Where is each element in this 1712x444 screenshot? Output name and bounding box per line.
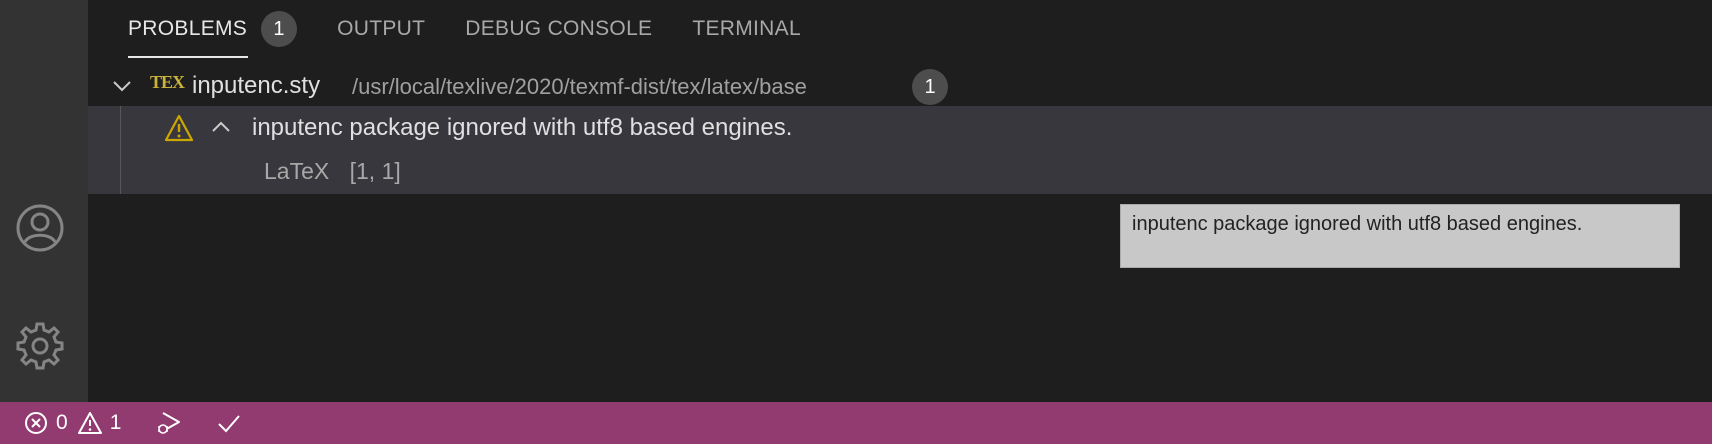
problems-status[interactable]: 0 1 [24,411,121,435]
tex-file-icon: TEX [150,72,185,92]
active-tab-indicator [128,56,248,58]
account-icon[interactable] [14,202,66,254]
indent-guide [120,106,121,194]
tooltip-text: inputenc package ignored with utf8 based… [1132,213,1583,235]
file-group-row[interactable]: TEX inputenc.sty /usr/local/texlive/2020… [88,66,1712,106]
file-problem-count-badge: 1 [912,69,948,105]
check-icon[interactable] [217,412,241,434]
activity-bar [0,0,88,402]
panel-tabs: PROBLEMS 1 OUTPUT DEBUG CONSOLE TERMINAL [128,0,841,58]
error-count: 0 [56,411,68,434]
panel: PROBLEMS 1 OUTPUT DEBUG CONSOLE TERMINAL… [88,0,1712,402]
file-name: inputenc.sty [192,72,321,99]
tab-label: OUTPUT [337,17,426,40]
tab-output[interactable]: OUTPUT [337,0,425,58]
tab-debug-console[interactable]: DEBUG CONSOLE [465,0,652,58]
problem-position: [1, 1] [349,158,401,184]
settings-gear-icon[interactable] [14,320,66,372]
tab-label: PROBLEMS [128,17,248,40]
tab-problems[interactable]: PROBLEMS 1 [128,0,298,58]
error-icon [24,411,48,435]
problem-item[interactable]: inputenc package ignored with utf8 based… [88,106,1712,194]
warning-icon [164,114,194,142]
tab-label: TERMINAL [692,17,801,40]
tab-terminal[interactable]: TERMINAL [692,0,801,58]
file-path: /usr/local/texlive/2020/texmf-dist/tex/l… [352,74,807,99]
debug-run-icon[interactable] [155,410,183,436]
tab-label: DEBUG CONSOLE [465,17,653,40]
status-bar: 0 1 [0,402,1712,444]
warning-icon [77,412,102,434]
chevron-down-icon[interactable] [112,76,132,96]
problem-source-line: LaTeX [1, 1] [264,158,415,185]
chevron-up-icon[interactable] [210,116,232,138]
problem-source: LaTeX [264,158,330,184]
hover-tooltip: inputenc package ignored with utf8 based… [1120,204,1680,268]
problems-count-badge: 1 [261,11,298,47]
warning-count: 1 [109,411,122,434]
problem-message: inputenc package ignored with utf8 based… [252,114,793,141]
